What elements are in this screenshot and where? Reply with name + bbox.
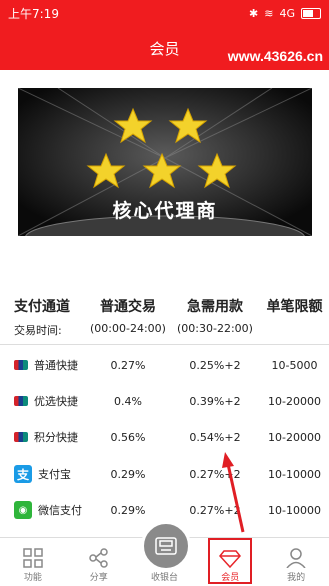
annotation-arrow <box>222 452 245 533</box>
share-icon <box>88 548 108 568</box>
member-tab-highlight <box>208 538 252 584</box>
tab-mine[interactable]: 我的 <box>263 538 329 586</box>
tab-label: 我的 <box>287 573 306 583</box>
cashier-icon <box>155 537 177 555</box>
tab-label: 功能 <box>23 573 42 583</box>
tab-label: 分享 <box>89 573 108 583</box>
cashier-button[interactable] <box>141 521 191 571</box>
user-icon <box>286 548 306 568</box>
tab-share[interactable]: 分享 <box>66 538 132 586</box>
tab-label: 收银台 <box>150 573 178 583</box>
tab-function[interactable]: 功能 <box>0 538 66 586</box>
grid-icon <box>23 548 43 568</box>
